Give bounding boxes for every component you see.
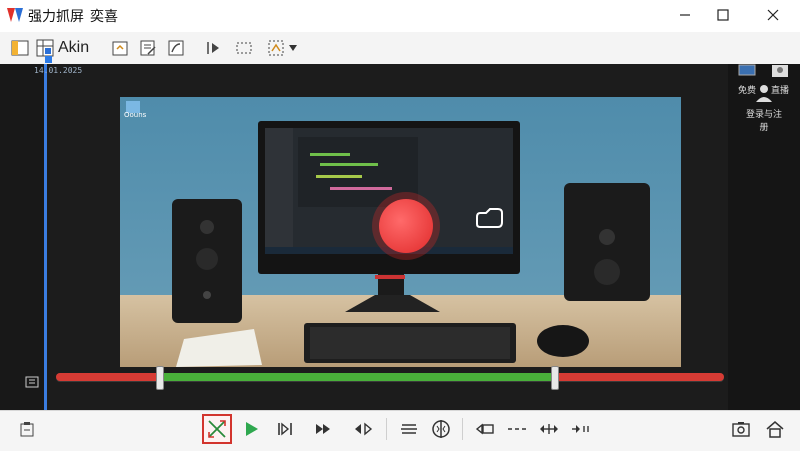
side-login-button[interactable]: 登录与注册 [742, 84, 786, 133]
record-dot-icon [379, 199, 433, 253]
play-to-button[interactable] [202, 36, 226, 60]
expand-icon [540, 424, 558, 434]
play-to-icon [207, 42, 219, 54]
next-frame-button[interactable] [270, 414, 300, 444]
selection-start-handle[interactable] [156, 366, 164, 390]
controls-divider [386, 418, 387, 440]
select-region-icon [236, 42, 252, 54]
camera-left-button[interactable] [470, 414, 500, 444]
app-logo-icon [6, 6, 24, 24]
timeline-trim-left [56, 373, 160, 381]
toolbar: Akin [0, 32, 800, 90]
mark-icon [355, 422, 373, 436]
desktop-icon-label: Oouns [124, 111, 147, 119]
home-icon [766, 421, 784, 438]
effects-dropdown[interactable] [262, 36, 302, 60]
trim-mode-icon [208, 420, 226, 438]
cloud-upload-button[interactable] [474, 205, 504, 231]
play-icon [246, 422, 258, 436]
panel-toggle-button[interactable] [8, 36, 32, 60]
export-button[interactable] [108, 36, 132, 60]
next-frame-icon [278, 422, 292, 436]
fast-forward-button[interactable] [308, 414, 338, 444]
left-strip [0, 64, 47, 410]
record-button[interactable] [372, 192, 440, 260]
maximize-button[interactable] [700, 0, 746, 30]
layout-icon [36, 39, 54, 57]
curve-button[interactable] [164, 36, 188, 60]
trim-mode-button[interactable] [202, 414, 232, 444]
contract-icon [572, 425, 589, 433]
camera-left-icon [475, 423, 494, 435]
export-icon [112, 41, 128, 56]
align-icon [401, 424, 417, 434]
title-bar: 强力抓屏 奕喜 [0, 0, 800, 30]
select-region-button[interactable] [232, 36, 256, 60]
track-icon [25, 376, 39, 388]
edit-icon [140, 40, 156, 56]
home-button[interactable] [760, 414, 790, 444]
timestamp-label: 14.01.2025 [34, 66, 83, 75]
timeline-trim-right [554, 373, 724, 381]
side-login-label: 登录与注册 [745, 110, 782, 133]
selection-end-handle[interactable] [551, 366, 559, 390]
playhead-handle[interactable] [45, 56, 52, 63]
dash-icon [508, 428, 526, 430]
mark-button[interactable] [348, 414, 378, 444]
controls-divider-2 [462, 418, 463, 440]
akin-label: Akin [58, 39, 90, 56]
person-icon [756, 85, 772, 102]
cloud-icon [476, 208, 503, 228]
timeline-selection[interactable] [160, 373, 554, 381]
screenshot-button[interactable] [726, 414, 756, 444]
clipboard-button[interactable] [12, 414, 42, 444]
window-subtitle: 奕喜 [90, 9, 118, 25]
side-panel: 免费 直播 登录与注册 [728, 64, 800, 410]
chevron-down-icon [289, 45, 297, 51]
profile-icon [772, 65, 788, 77]
contract-button[interactable] [566, 414, 596, 444]
app-title: 强力抓屏 [28, 9, 84, 25]
align-button[interactable] [394, 414, 424, 444]
track-settings-button[interactable] [20, 370, 44, 394]
close-button[interactable] [750, 0, 796, 30]
clipboard-icon [20, 422, 34, 437]
chat-icon [738, 64, 756, 76]
curve-icon [168, 40, 184, 56]
screenshot-icon [732, 422, 750, 437]
edit-button[interactable] [136, 36, 160, 60]
expand-button[interactable] [534, 414, 564, 444]
dash-button[interactable] [502, 414, 532, 444]
effects-icon [268, 40, 284, 56]
panel-icon [11, 40, 29, 56]
play-button[interactable] [236, 414, 266, 444]
fast-forward-icon [316, 424, 330, 434]
playhead-marker[interactable] [44, 64, 47, 410]
split-button[interactable] [426, 414, 456, 444]
split-icon [432, 420, 450, 438]
